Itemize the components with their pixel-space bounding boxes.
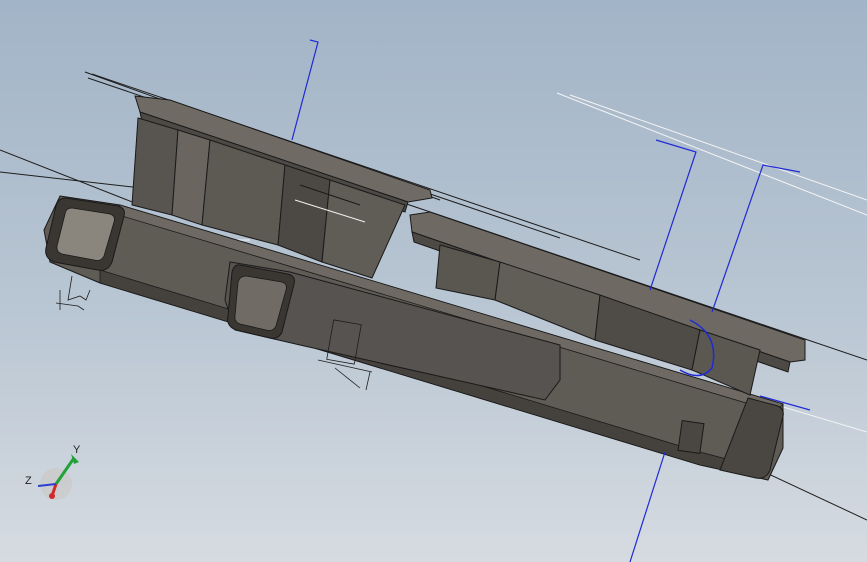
dimension-annotation-left — [55, 275, 91, 311]
cad-model-render[interactable] — [0, 0, 867, 562]
triad-z-label: Z — [25, 475, 32, 487]
view-orientation-triad[interactable]: Y Z — [22, 440, 92, 510]
graphics-viewport[interactable]: Y Z — [0, 0, 867, 562]
triad-y-label: Y — [73, 444, 81, 456]
triad-icon — [37, 454, 79, 500]
